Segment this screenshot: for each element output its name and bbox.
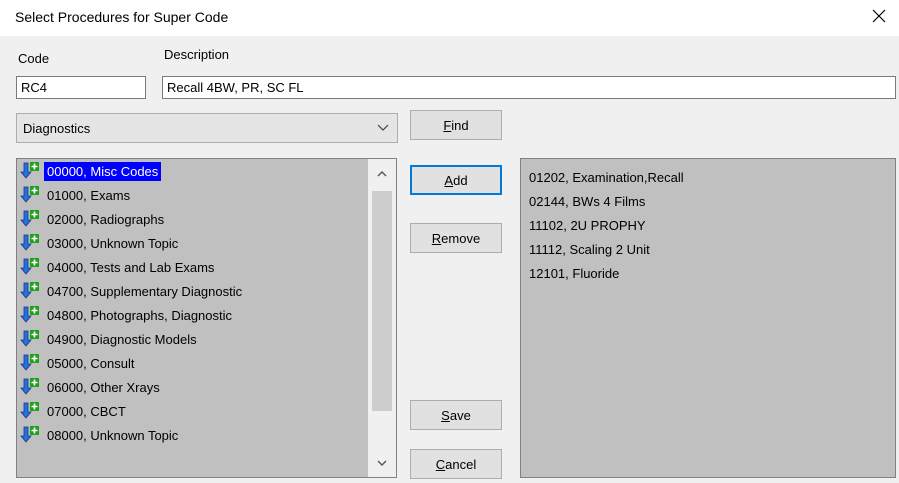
save-button[interactable]: Save bbox=[410, 400, 502, 430]
list-item[interactable]: 12101, Fluoride bbox=[521, 261, 895, 285]
list-item[interactable]: 05000, Consult bbox=[17, 351, 367, 375]
list-item[interactable]: 06000, Other Xrays bbox=[17, 375, 367, 399]
description-label: Description bbox=[164, 47, 230, 62]
list-item[interactable]: 04800, Photographs, Diagnostic bbox=[17, 303, 367, 327]
list-item[interactable]: 01202, Examination,Recall bbox=[521, 165, 895, 189]
close-button[interactable] bbox=[867, 4, 891, 28]
list-item[interactable]: 02000, Radiographs bbox=[17, 207, 367, 231]
add-procedure-icon bbox=[20, 210, 39, 227]
available-procedures-items: 00000, Misc Codes 01000, Exams 02000, Ra… bbox=[17, 159, 367, 447]
cancel-button[interactable]: Cancel bbox=[410, 449, 502, 479]
scrollbar-thumb[interactable] bbox=[372, 191, 392, 411]
chevron-down-icon bbox=[377, 124, 389, 131]
available-procedures-list[interactable]: 00000, Misc Codes 01000, Exams 02000, Ra… bbox=[16, 158, 397, 478]
chevron-up-icon bbox=[377, 170, 387, 176]
add-procedure-icon bbox=[20, 282, 39, 299]
add-procedure-icon bbox=[20, 234, 39, 251]
code-label: Code bbox=[18, 51, 50, 66]
add-procedure-icon bbox=[20, 354, 39, 371]
add-procedure-icon bbox=[20, 402, 39, 419]
window-title: Select Procedures for Super Code bbox=[15, 9, 229, 25]
scroll-up-button[interactable] bbox=[368, 159, 396, 187]
list-item[interactable]: 11102, 2U PROPHY bbox=[521, 213, 895, 237]
list-item[interactable]: 00000, Misc Codes bbox=[17, 159, 367, 183]
list-item[interactable]: 04700, Supplementary Diagnostic bbox=[17, 279, 367, 303]
chevron-down-icon bbox=[377, 460, 387, 466]
add-procedure-icon bbox=[20, 426, 39, 443]
add-procedure-icon bbox=[20, 162, 39, 179]
list-item[interactable]: 02144, BWs 4 Films bbox=[521, 189, 895, 213]
list-item[interactable]: 07000, CBCT bbox=[17, 399, 367, 423]
add-procedure-icon bbox=[20, 186, 39, 203]
remove-button[interactable]: Remove bbox=[410, 223, 502, 253]
add-procedure-icon bbox=[20, 378, 39, 395]
add-procedure-icon bbox=[20, 258, 39, 275]
find-button[interactable]: Find bbox=[410, 110, 502, 140]
vertical-scrollbar[interactable] bbox=[368, 159, 396, 477]
code-input[interactable]: RC4 bbox=[16, 76, 146, 99]
add-button[interactable]: Add bbox=[410, 165, 502, 195]
description-input[interactable]: Recall 4BW, PR, SC FL bbox=[162, 76, 896, 99]
add-procedure-icon bbox=[20, 306, 39, 323]
selected-procedures-list[interactable]: 01202, Examination,Recall 02144, BWs 4 F… bbox=[520, 158, 896, 478]
title-bar: Select Procedures for Super Code bbox=[0, 0, 899, 36]
add-procedure-icon bbox=[20, 330, 39, 347]
list-item[interactable]: 04900, Diagnostic Models bbox=[17, 327, 367, 351]
list-item[interactable]: 03000, Unknown Topic bbox=[17, 231, 367, 255]
list-item[interactable]: 08000, Unknown Topic bbox=[17, 423, 367, 447]
list-item[interactable]: 11112, Scaling 2 Unit bbox=[521, 237, 895, 261]
list-item[interactable]: 01000, Exams bbox=[17, 183, 367, 207]
list-item[interactable]: 04000, Tests and Lab Exams bbox=[17, 255, 367, 279]
scroll-down-button[interactable] bbox=[368, 449, 396, 477]
close-icon bbox=[872, 9, 886, 23]
category-select-value: Diagnostics bbox=[23, 121, 91, 136]
category-select[interactable]: Diagnostics bbox=[16, 113, 398, 143]
